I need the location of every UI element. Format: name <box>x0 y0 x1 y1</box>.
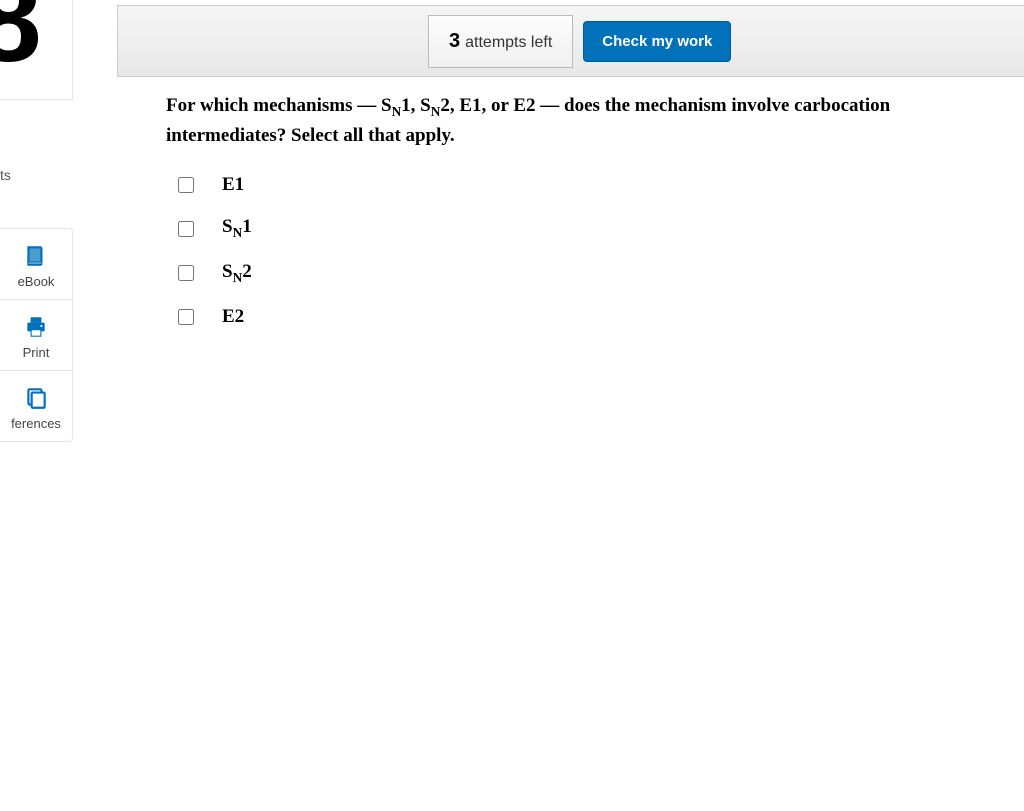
option-text-segment: S <box>222 261 233 282</box>
checkbox-sn1[interactable] <box>178 221 194 237</box>
prompt-text-segment: S <box>381 95 392 116</box>
sidebar-item-references[interactable]: ferences <box>0 371 72 441</box>
left-cutoff-label: ts <box>0 167 11 183</box>
option-text-segment: 1 <box>242 216 252 237</box>
sidebar-item-label: Print <box>0 345 72 360</box>
option-subscript: N <box>233 225 243 240</box>
references-icon <box>0 385 72 411</box>
option-label: E2 <box>222 306 244 328</box>
option-subscript: N <box>233 270 243 285</box>
option-label: E1 <box>222 174 244 196</box>
answer-option-sn2[interactable]: SN2 <box>178 255 964 292</box>
question-number: 8 <box>0 0 42 80</box>
option-label: SN1 <box>222 216 252 241</box>
attempts-text: attempts left <box>465 34 552 52</box>
sidebar-item-ebook[interactable]: eBook <box>0 229 72 300</box>
attempts-count: 3 <box>449 30 460 53</box>
prompt-text-segment: For which mechanisms — <box>166 95 381 116</box>
check-my-work-button[interactable]: Check my work <box>583 21 731 62</box>
option-text-segment: 2 <box>242 261 252 282</box>
prompt-text-segment: 1, <box>401 95 420 116</box>
printer-icon <box>0 314 72 340</box>
sidebar: eBook Print ferences <box>0 228 73 442</box>
answer-option-e2[interactable]: E2 <box>178 300 964 334</box>
answer-option-sn1[interactable]: SN1 <box>178 210 964 247</box>
question-prompt: For which mechanisms — SN1, SN2, E1, or … <box>166 92 964 150</box>
top-toolbar: 3 attempts left Check my work <box>117 5 1024 77</box>
answer-option-e1[interactable]: E1 <box>178 168 964 202</box>
checkbox-sn2[interactable] <box>178 265 194 281</box>
prompt-text-segment: S <box>420 95 431 116</box>
prompt-subscript: N <box>431 104 441 119</box>
sidebar-item-label: eBook <box>0 274 72 289</box>
question-number-box: 8 <box>0 0 73 100</box>
attempts-indicator: 3 attempts left <box>428 15 573 68</box>
book-icon <box>0 243 72 269</box>
checkbox-e1[interactable] <box>178 177 194 193</box>
question-content: For which mechanisms — SN1, SN2, E1, or … <box>166 92 964 342</box>
sidebar-item-print[interactable]: Print <box>0 300 72 371</box>
prompt-subscript: N <box>392 104 402 119</box>
sidebar-item-label: ferences <box>0 416 72 431</box>
option-text-segment: S <box>222 216 233 237</box>
option-label: SN2 <box>222 261 252 286</box>
checkbox-e2[interactable] <box>178 309 194 325</box>
